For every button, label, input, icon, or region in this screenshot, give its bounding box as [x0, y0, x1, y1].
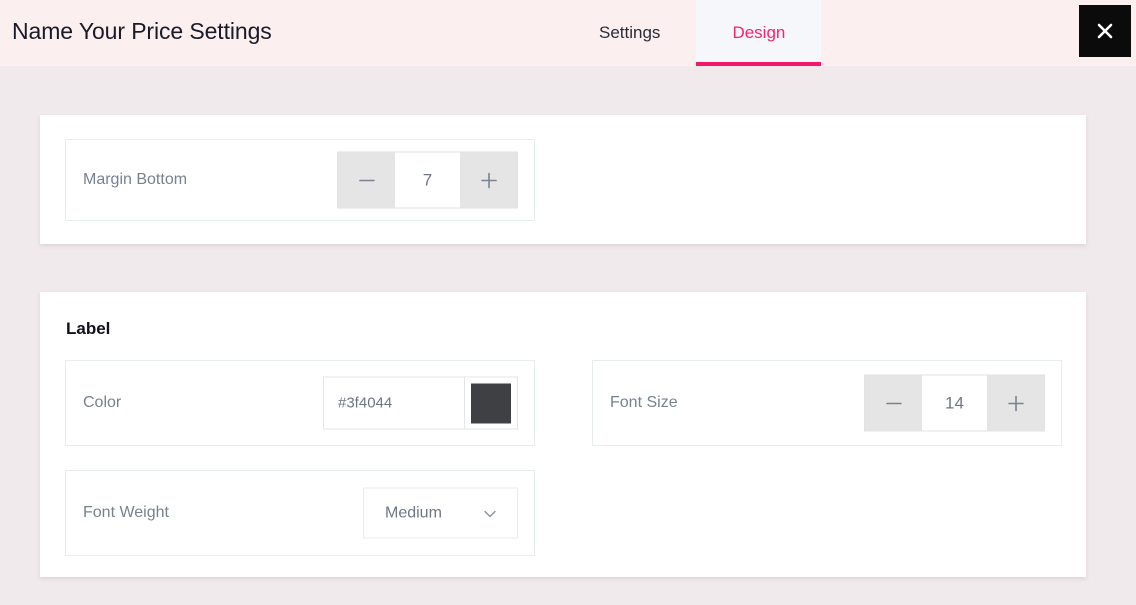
font-size-label: Font Size [610, 394, 678, 411]
margin-bottom-label: Margin Bottom [83, 171, 188, 188]
color-control [323, 376, 518, 430]
margin-bottom-value[interactable]: 7 [395, 152, 460, 208]
color-swatch [471, 383, 511, 423]
font-weight-control: Medium [363, 487, 518, 539]
font-size-stepper: 14 [864, 374, 1045, 432]
tab-design[interactable]: Design [696, 0, 822, 66]
app-header: Name Your Price Settings Settings Design [0, 0, 1136, 66]
font-size-increment-button[interactable] [987, 375, 1044, 431]
settings-content: Margin Bottom 7 Label Color #3f4044 Font… [0, 66, 1136, 605]
color-label: Color [83, 394, 122, 411]
font-size-decrement-button[interactable] [865, 375, 922, 431]
tab-settings[interactable]: Settings [563, 0, 696, 66]
plus-icon [479, 170, 499, 190]
margin-bottom-decrement-button[interactable] [338, 152, 395, 208]
tab-design-label: Design [732, 23, 786, 42]
margin-card: Margin Bottom 7 [40, 115, 1086, 244]
color-field [323, 376, 518, 430]
minus-icon [357, 170, 377, 190]
margin-bottom-increment-button[interactable] [460, 152, 517, 208]
font-weight-select[interactable]: Medium [363, 487, 518, 539]
font-size-value[interactable]: 14 [922, 375, 987, 431]
row-color: Color [65, 360, 535, 446]
row-margin-bottom: Margin Bottom 7 [65, 139, 535, 221]
minus-icon [884, 393, 904, 413]
margin-bottom-stepper: 7 [337, 151, 518, 209]
plus-icon [1006, 393, 1026, 413]
label-card: Label Color Font Size [40, 292, 1086, 577]
row-font-weight: Font Weight Medium [65, 470, 535, 556]
label-section-title: Label [66, 319, 111, 338]
chevron-down-icon [481, 504, 499, 522]
row-font-size: Font Size 14 [592, 360, 1062, 446]
margin-bottom-control: 7 [337, 151, 518, 209]
font-weight-value: Medium [385, 504, 442, 521]
tab-bar: Settings Design [563, 0, 822, 66]
close-button[interactable] [1079, 5, 1131, 57]
page-title: Name Your Price Settings [12, 18, 272, 44]
tab-settings-label: Settings [599, 23, 661, 42]
font-size-control: 14 [864, 374, 1045, 432]
close-icon [1095, 21, 1115, 41]
color-input[interactable] [324, 377, 464, 429]
font-weight-label: Font Weight [83, 504, 169, 521]
color-swatch-button[interactable] [464, 377, 517, 429]
